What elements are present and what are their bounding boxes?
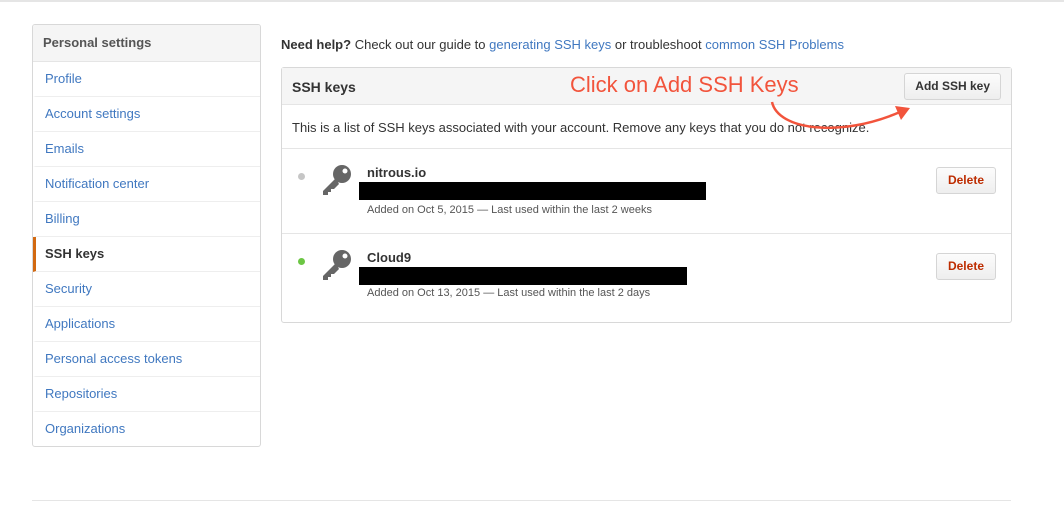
sidebar-item-notification-center[interactable]: Notification center — [33, 167, 260, 202]
help-prefix: Need help? — [281, 37, 352, 52]
key-name: Cloud9 — [367, 250, 412, 265]
ssh-key-row: Cloud9 Added on Oct 13, 2015 — Last used… — [282, 234, 1011, 318]
common-ssh-problems-link[interactable]: common SSH Problems — [705, 37, 844, 52]
help-text-part1: Check out our guide to — [354, 37, 486, 52]
redacted-fingerprint — [359, 182, 706, 200]
key-status-dot — [298, 173, 305, 180]
sidebar-item-personal-access-tokens[interactable]: Personal access tokens — [33, 342, 260, 377]
key-name: nitrous.io — [367, 165, 427, 180]
key-icon — [323, 250, 351, 280]
settings-sidebar: Personal settings Profile Account settin… — [32, 24, 261, 447]
sidebar-item-organizations[interactable]: Organizations — [33, 412, 260, 446]
annotation-text: Click on Add SSH Keys — [570, 72, 799, 97]
key-icon — [323, 165, 351, 195]
delete-key-button[interactable]: Delete — [935, 167, 996, 194]
sidebar-item-profile[interactable]: Profile — [33, 62, 260, 97]
sidebar-item-applications[interactable]: Applications — [33, 307, 260, 342]
help-text-part2: or troubleshoot — [614, 37, 702, 52]
annotation-arrow-icon — [770, 101, 910, 129]
panel-title: SSH keys — [292, 79, 356, 95]
help-text: Need help? Check out our guide to genera… — [281, 37, 844, 52]
top-divider — [0, 0, 1064, 2]
generating-ssh-keys-link[interactable]: generating SSH keys — [489, 37, 611, 52]
sidebar-item-account-settings[interactable]: Account settings — [33, 97, 260, 132]
sidebar-item-ssh-keys[interactable]: SSH keys — [33, 237, 260, 272]
sidebar-item-billing[interactable]: Billing — [33, 202, 260, 237]
redacted-fingerprint — [359, 267, 687, 285]
sidebar-item-emails[interactable]: Emails — [33, 132, 260, 167]
key-meta: Added on Oct 13, 2015 — Last used within… — [367, 287, 651, 299]
sidebar-item-security[interactable]: Security — [33, 272, 260, 307]
sidebar-header: Personal settings — [33, 25, 260, 62]
key-status-dot — [298, 258, 305, 265]
bottom-divider — [32, 500, 1011, 501]
delete-key-button[interactable]: Delete — [935, 253, 996, 280]
sidebar-item-repositories[interactable]: Repositories — [33, 377, 260, 412]
key-meta: Added on Oct 5, 2015 — Last used within … — [367, 204, 652, 216]
ssh-key-row: nitrous.io Added on Oct 5, 2015 — Last u… — [282, 149, 1011, 234]
